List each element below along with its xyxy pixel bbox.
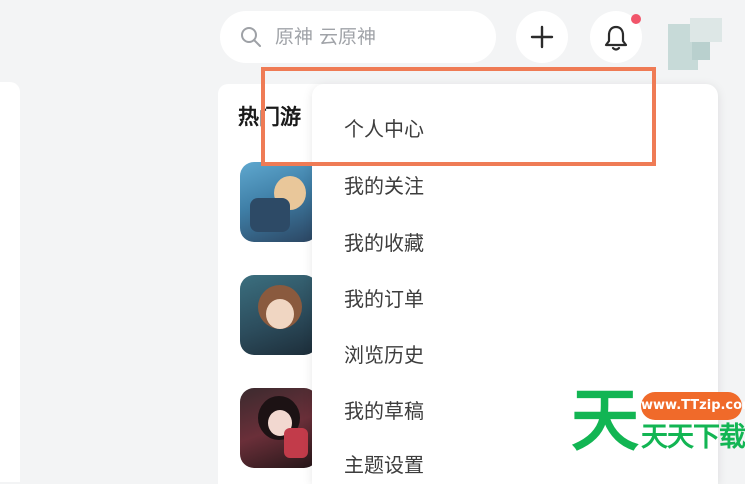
bell-icon [604, 25, 628, 51]
watermark-name: 天天下载 [641, 422, 745, 453]
left-content-card [0, 82, 20, 482]
search-icon [241, 27, 261, 47]
watermark-logo: 天 [571, 382, 639, 456]
menu-item-my-favorites[interactable]: 我的收藏 [344, 230, 424, 256]
menu-item-theme-settings[interactable]: 主题设置 [344, 452, 424, 478]
menu-item-personal-center[interactable]: 个人中心 [344, 116, 424, 142]
watermark-logo-char: 天 [571, 382, 639, 456]
menu-item-browsing-history[interactable]: 浏览历史 [344, 342, 424, 368]
game-icon-1[interactable] [240, 162, 318, 242]
watermark-url: www.TTzip.com [641, 392, 745, 420]
search-bar[interactable]: 原神 云原神 [220, 11, 496, 63]
hot-games-title: 热门游 [238, 105, 301, 129]
menu-item-my-drafts[interactable]: 我的草稿 [344, 398, 424, 424]
create-button[interactable] [516, 11, 568, 63]
plus-icon [530, 25, 554, 49]
game-icon-3[interactable] [240, 388, 318, 468]
menu-item-my-orders[interactable]: 我的订单 [344, 286, 424, 312]
game-icon-2[interactable] [240, 275, 318, 355]
unread-notification-dot [631, 14, 641, 24]
avatar[interactable] [668, 18, 722, 70]
search-placeholder: 原神 云原神 [275, 26, 377, 48]
menu-item-my-follows[interactable]: 我的关注 [344, 173, 424, 199]
